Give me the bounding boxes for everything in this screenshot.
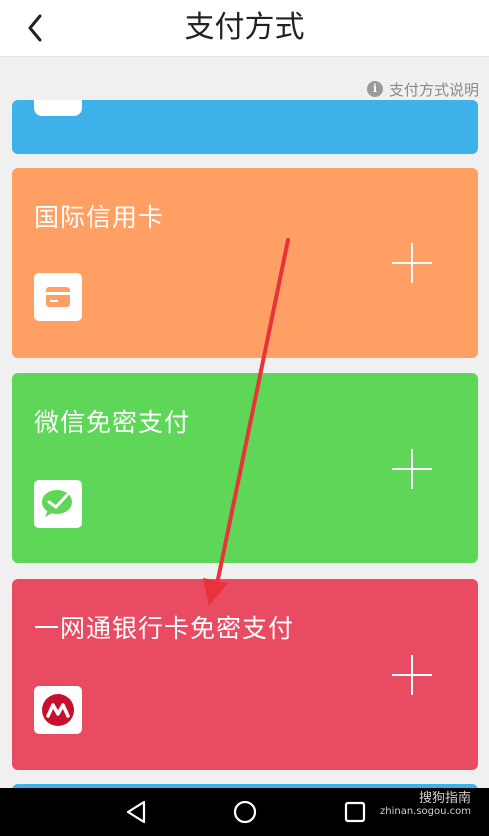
watermark-brand: 搜狗指南 <box>418 791 471 806</box>
payment-card-international-credit[interactable]: 国际信用卡 <box>12 168 478 358</box>
back-button[interactable] <box>18 10 54 46</box>
partial-card-icon <box>34 100 82 116</box>
cmb-bank-icon <box>34 686 82 734</box>
wechat-icon <box>34 480 82 528</box>
credit-card-icon <box>34 273 82 321</box>
help-link-label: 支付方式说明 <box>388 80 479 99</box>
payment-card-partial[interactable] <box>12 100 478 154</box>
sogou-watermark: 搜狗指南 zhinan.sogou.com <box>379 791 471 818</box>
chevron-left-icon <box>28 14 42 42</box>
card-label: 微信免密支付 <box>34 408 191 437</box>
nav-back-button[interactable] <box>122 798 150 826</box>
payment-card-cmb-one-net[interactable]: 一网通银行卡免密支付 <box>12 579 478 770</box>
nav-recents-button[interactable] <box>341 798 369 826</box>
watermark-url: zhinan.sogou.com <box>379 806 471 818</box>
nav-home-button[interactable] <box>231 798 259 826</box>
circle-home-icon <box>233 800 257 824</box>
payment-methods-help-link[interactable]: i 支付方式说明 <box>366 78 479 100</box>
card-label: 一网通银行卡免密支付 <box>34 614 295 643</box>
add-payment-button[interactable] <box>392 449 432 489</box>
info-icon: i <box>366 81 383 97</box>
app-header: 支付方式 <box>0 0 489 57</box>
triangle-back-icon <box>126 800 146 824</box>
payment-card-wechat[interactable]: 微信免密支付 <box>12 373 478 563</box>
add-payment-button[interactable] <box>392 655 432 695</box>
card-label: 国际信用卡 <box>34 203 165 232</box>
page-title: 支付方式 <box>184 10 305 45</box>
square-recents-icon <box>344 801 366 823</box>
add-payment-button[interactable] <box>392 243 432 283</box>
